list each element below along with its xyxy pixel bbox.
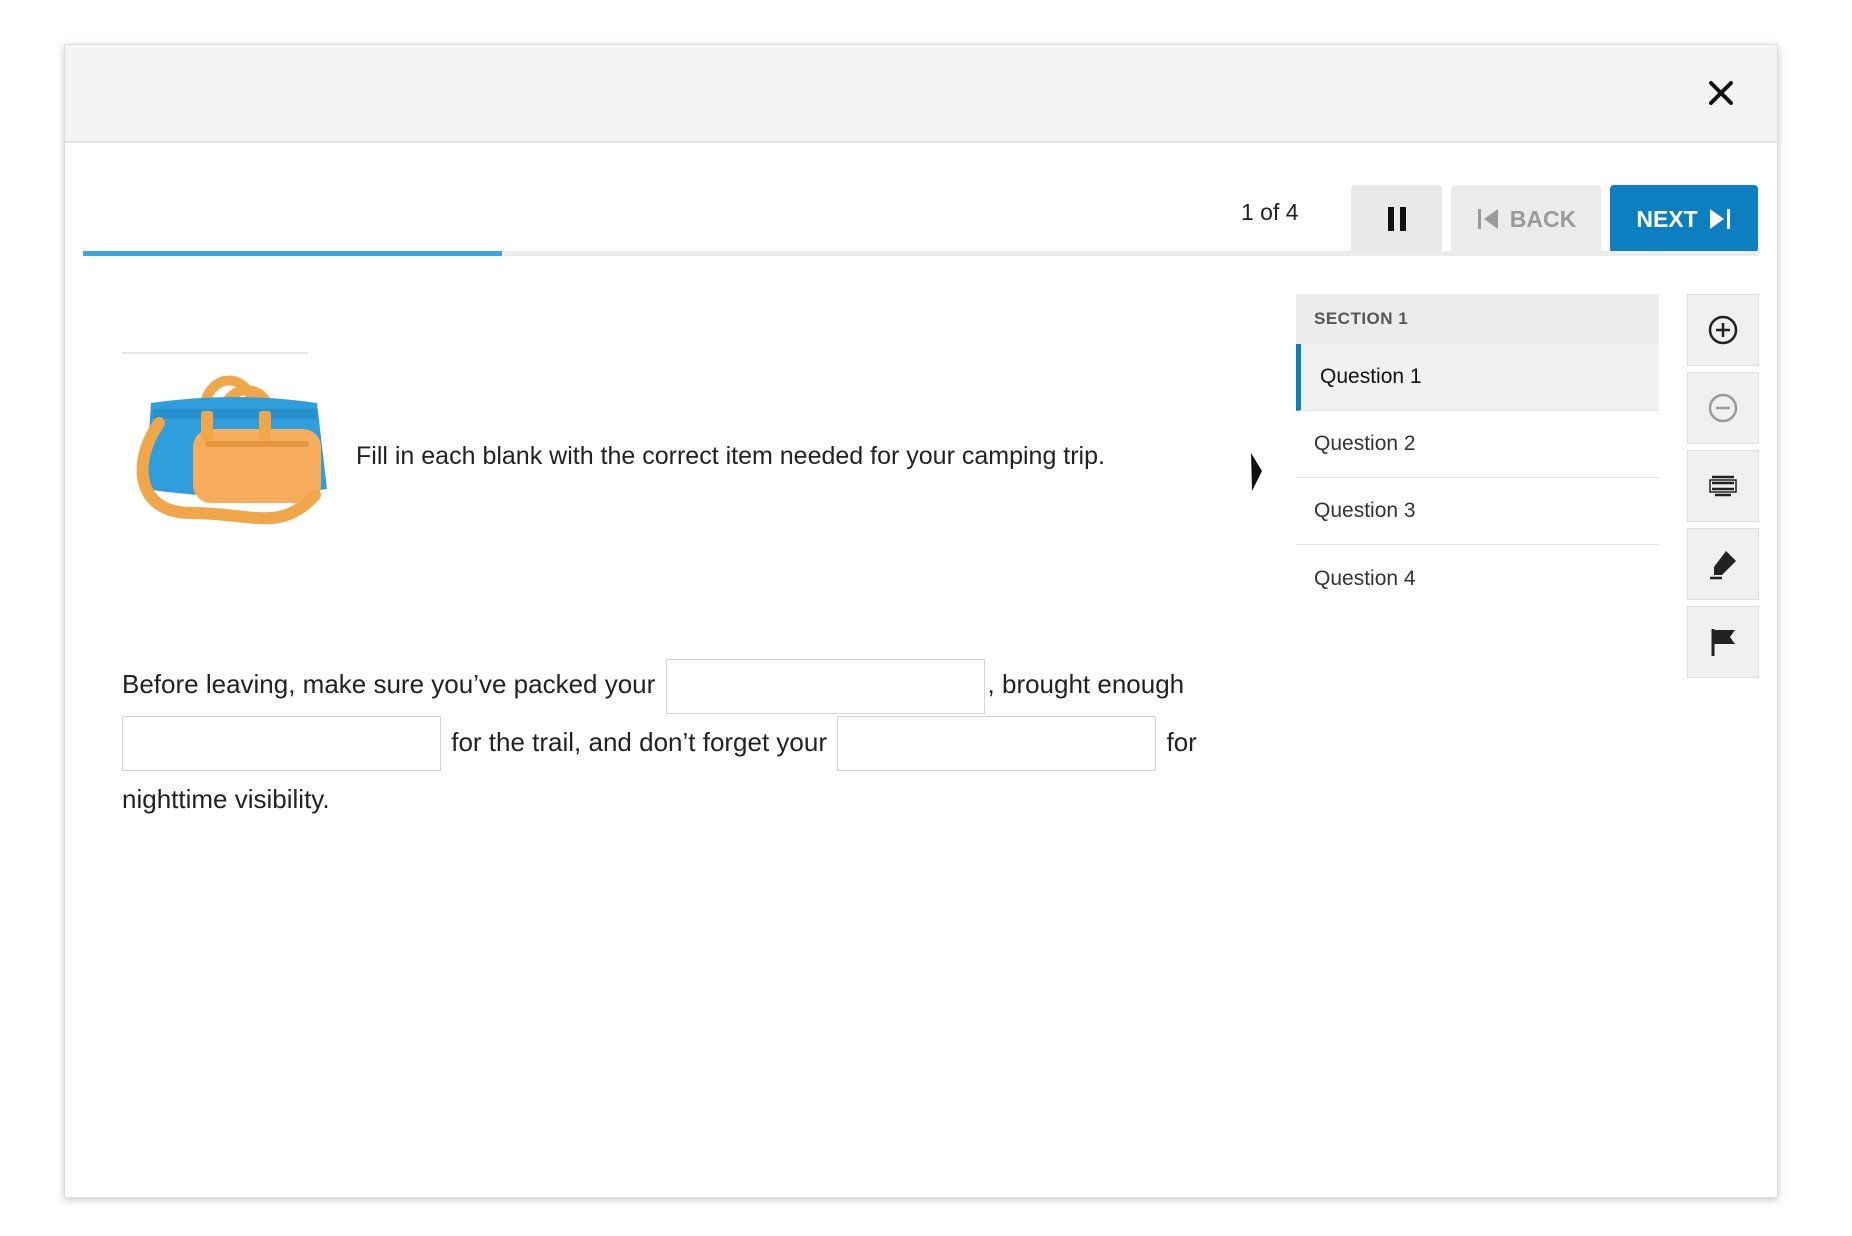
nav-item-label: Question 3 <box>1314 499 1416 522</box>
question-counter: 1 of 4 <box>1241 199 1299 225</box>
passage-text-1: Before leaving, make sure you’ve packed … <box>122 669 656 699</box>
blank-input-1[interactable] <box>665 658 985 714</box>
zoom-out-icon <box>1708 393 1738 423</box>
line-reader-button[interactable] <box>1687 450 1759 522</box>
skip-back-icon <box>1477 209 1498 229</box>
zoom-in-icon <box>1708 315 1738 345</box>
highlighter-button[interactable] <box>1687 528 1759 600</box>
passage-text-2: , brought enough <box>987 669 1185 699</box>
fill-in-passage: Before leaving, make sure you’ve packed … <box>122 656 1274 827</box>
question-modal: 1 of 4 BACK NEXT Fill in each blank with… <box>64 44 1778 1198</box>
duffel-bag-illustration <box>136 375 327 525</box>
toolbar: 1 of 4 BACK NEXT <box>65 143 1777 253</box>
skip-forward-icon <box>1709 209 1730 229</box>
tool-palette <box>1687 294 1759 684</box>
line-reader-icon <box>1709 475 1737 497</box>
zoom-out-button[interactable] <box>1687 372 1759 444</box>
blank-input-3[interactable] <box>837 716 1157 772</box>
next-button[interactable]: NEXT <box>1610 185 1758 253</box>
question-navigator: SECTION 1 Question 1 Question 2 Question… <box>1296 294 1659 612</box>
blank-input-2[interactable] <box>122 716 441 772</box>
flag-button[interactable] <box>1687 606 1759 678</box>
back-button[interactable]: BACK <box>1451 185 1601 253</box>
section-header: SECTION 1 <box>1296 294 1659 344</box>
pause-icon <box>1387 207 1406 231</box>
progress-bar <box>83 251 1759 256</box>
nav-item-label: Question 4 <box>1314 566 1416 590</box>
nav-item-question-2[interactable]: Question 2 <box>1296 411 1659 478</box>
mouse-cursor-icon <box>1251 453 1262 491</box>
progress-bar-fill <box>83 251 502 256</box>
nav-item-question-4[interactable]: Question 4 <box>1296 545 1659 612</box>
zoom-in-button[interactable] <box>1687 294 1759 366</box>
modal-header <box>65 45 1777 143</box>
close-button[interactable] <box>1701 73 1741 113</box>
passage-text-3: for the trail, and don’t forget your <box>451 726 828 757</box>
back-label: BACK <box>1509 205 1577 232</box>
nav-item-question-3[interactable]: Question 3 <box>1296 478 1659 545</box>
next-label: NEXT <box>1636 205 1698 232</box>
nav-item-question-1[interactable]: Question 1 <box>1296 344 1659 411</box>
image-divider <box>122 352 308 354</box>
question-prompt: Fill in each blank with the correct item… <box>356 442 1105 470</box>
nav-item-label: Question 2 <box>1314 432 1416 455</box>
flag-icon <box>1711 629 1735 656</box>
nav-item-label: Question 1 <box>1320 365 1422 388</box>
pause-button[interactable] <box>1351 185 1442 253</box>
close-icon <box>1709 81 1733 105</box>
highlighter-icon <box>1710 551 1736 580</box>
